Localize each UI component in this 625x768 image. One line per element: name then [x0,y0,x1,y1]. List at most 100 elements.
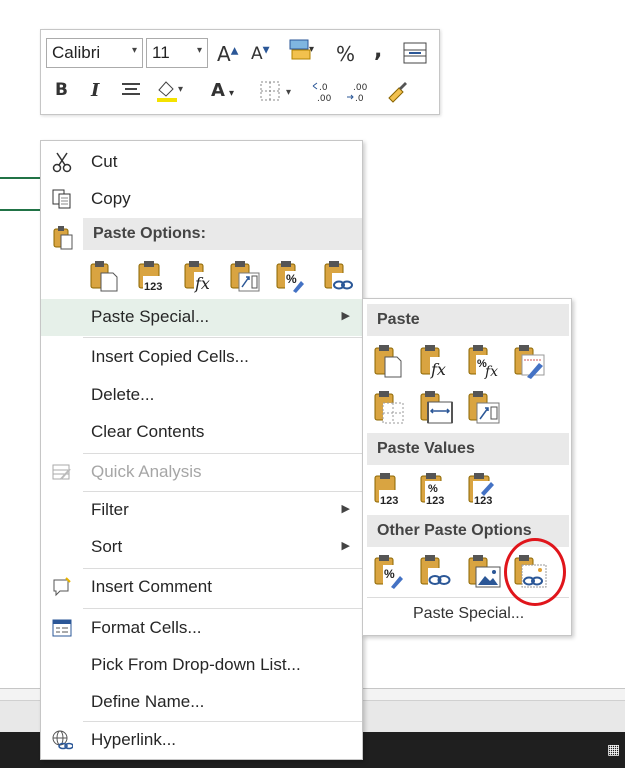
sub-formatting-button[interactable]: % [373,553,405,589]
menu-item-insert-comment[interactable]: Insert Comment [41,569,362,606]
menu-item-pick-from-dropdown[interactable]: Pick From Drop-down List... [41,647,362,684]
comma-style-button[interactable]: , [374,38,382,63]
paste-clipboard-icon [374,345,402,378]
percent-style-button[interactable]: % [336,42,355,66]
sub-values-button[interactable]: 123 [373,471,405,507]
menu-item-clear-contents[interactable]: Clear Contents [41,414,362,451]
menu-label: Insert Comment [91,577,212,596]
paste-picture-icon [468,555,501,588]
keep-source-formatting-icon [514,345,545,379]
borders-button[interactable]: ▾ [259,80,297,107]
menu-label: Insert Copied Cells... [91,347,249,366]
menu-label: Clear Contents [91,422,205,441]
align-button[interactable] [119,80,143,105]
paste-options-header: Paste Options: [83,218,362,250]
sub-formulas-button[interactable]: fx [419,343,449,379]
svg-text:.00: .00 [353,83,368,93]
italic-button[interactable]: I [91,80,99,101]
paste-values-button[interactable]: 123 [137,259,168,293]
accounting-format-button[interactable]: ▾ [281,38,321,67]
increase-decimal-button[interactable]: .0.00 [311,80,337,109]
paste-button[interactable] [89,259,119,293]
svg-text:%: % [286,272,297,286]
shrink-font-button[interactable]: A▼ [251,44,270,64]
format-painter-icon [388,82,407,103]
paint-bucket-icon: ▾ [157,81,183,102]
svg-text:%: % [428,483,438,495]
menu-item-filter[interactable]: Filter ▶ [41,492,362,529]
svg-text:123: 123 [474,495,492,507]
paste-transpose-button[interactable] [229,259,260,293]
paste-formulas-number-format-icon: %fx [468,345,500,380]
menu-item-cut[interactable]: Cut [41,144,362,181]
menu-label: Sort [91,537,123,556]
svg-text:.0: .0 [319,83,328,93]
paste-formulas-icon: fx [420,345,449,379]
paste-header: Paste [367,304,569,336]
chevron-down-icon: ▾ [131,45,137,56]
decrease-decimal-icon: .00.0 [347,83,368,104]
paste-clipboard-icon [90,261,118,292]
sub-keep-source-formatting-button[interactable] [513,343,545,379]
menu-item-copy[interactable]: Copy [41,181,362,218]
align-center-icon [122,83,140,95]
bold-button[interactable]: B [55,80,68,100]
clipboard-icon [53,226,73,250]
menu-item-sort[interactable]: Sort ▶ [41,529,362,566]
menu-label: Delete... [91,385,155,404]
selected-cell-border-top [0,177,42,179]
svg-text:fx: fx [430,360,446,379]
sub-picture-button[interactable] [467,553,501,588]
chevron-right-icon: ▶ [341,309,350,322]
paste-formatting-button[interactable]: % [275,259,305,293]
menu-label: Define Name... [91,692,205,711]
font-color-button[interactable]: A ▾ [211,80,234,101]
grow-font-button[interactable]: A▲ [217,42,238,66]
svg-text:▾: ▾ [286,87,291,98]
paste-link-icon [324,261,354,291]
menu-item-hyperlink[interactable]: Hyperlink... [41,722,362,759]
sub-transpose-button[interactable] [467,389,500,424]
taskbar-grid-icon[interactable]: ▦ [607,742,621,760]
sub-values-source-formatting-button[interactable]: 123 [467,471,499,507]
svg-text:%: % [384,567,395,581]
sub-paste-link-button[interactable] [419,553,452,587]
menu-label: Filter [91,500,129,519]
svg-text:.00: .00 [317,94,332,104]
menu-item-paste-special[interactable]: Paste Special... ▶ [41,299,362,336]
context-menu: Cut Copy Paste Options: 123 fx % Paste S… [40,140,363,760]
separator [83,337,362,338]
menu-label: Quick Analysis [91,462,202,481]
font-name-box[interactable]: Calibri ▾ [46,38,143,68]
paste-link-icon [420,555,452,587]
paste-values-header: Paste Values [367,433,569,465]
format-painter-button[interactable] [385,78,409,109]
borders-icon: ▾ [260,81,291,101]
menu-item-delete[interactable]: Delete... [41,377,362,414]
paste-special-dialog-link[interactable]: Paste Special... [413,605,524,623]
paste-values-icon: 123 [374,473,405,507]
menu-item-insert-copied-cells[interactable]: Insert Copied Cells... [41,339,362,376]
paste-formatting-icon: % [374,555,405,589]
paste-formulas-icon: fx [184,261,213,293]
font-size-box[interactable]: 11 ▾ [146,38,208,68]
sub-paste-button[interactable] [373,343,403,378]
decrease-decimal-button[interactable]: .00.0 [345,80,371,109]
svg-text:fx: fx [194,274,210,293]
scissors-icon [52,152,72,173]
paste-values-icon: 123 [138,261,168,293]
separator [83,608,362,609]
svg-text:123: 123 [144,281,162,293]
sub-formulas-number-format-button[interactable]: % fx [467,343,500,380]
mini-toolbar: Calibri ▾ 11 ▾ A▲ A▼ ▾ % , B I ▾ A ▾ ▾ .0… [40,29,440,115]
fill-color-button[interactable]: ▾ [153,78,187,109]
sub-keep-column-widths-button[interactable] [419,389,453,424]
paste-formulas-button[interactable]: fx [183,259,213,293]
wrap-text-button[interactable] [403,42,427,69]
menu-label: Format Cells... [91,618,202,637]
menu-item-define-name[interactable]: Define Name... [41,684,362,721]
sub-values-number-format-button[interactable]: % 123 [419,471,451,507]
paste-link-button[interactable] [323,259,354,293]
sub-no-borders-button[interactable] [373,389,404,424]
menu-item-format-cells[interactable]: Format Cells... [41,610,362,647]
